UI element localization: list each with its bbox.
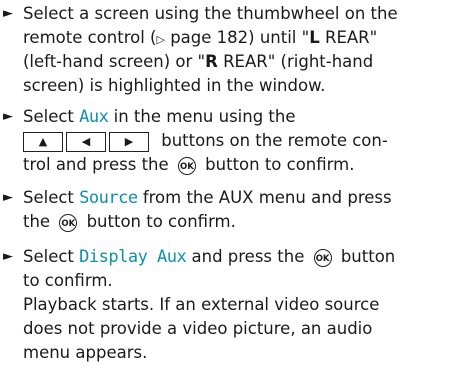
step-text: Select Source from the AUX menu and pres… [23, 186, 461, 234]
text-run: in the menu using the [108, 107, 296, 126]
step-text: Select Display Aux and press the OK butt… [23, 245, 461, 365]
step-arrow-icon: ► [3, 109, 13, 124]
right-button-icon: ▶ [109, 131, 149, 152]
step-text: Select Aux in the menu using the ▲ ◀ ▶ but… [23, 105, 461, 177]
text-line: the OK button to confirm. [23, 210, 461, 234]
text-run: Select [23, 188, 80, 207]
text-run: Select [23, 107, 80, 126]
left-marker: L [309, 28, 320, 47]
text-line: Select a screen using the thumbwheel on … [23, 4, 398, 23]
result-line: does not provide a video picture, an aud… [23, 319, 373, 338]
ok-button-icon: OK [313, 248, 332, 267]
text-line: Select Aux in the menu using the [23, 105, 461, 129]
remote-buttons: ▲ ◀ ▶ [23, 131, 152, 152]
text-line: remote control (▷ page 182) until "L REA… [23, 26, 461, 50]
ok-button-icon: OK [59, 213, 78, 232]
text-run: buttons on the remote con- [156, 131, 388, 150]
text-run: and press the [186, 247, 310, 266]
step-arrow-icon: ► [3, 249, 13, 264]
instruction-page: ► Select a screen using the thumbwheel o… [0, 0, 463, 379]
text-line: Select Display Aux and press the OK butt… [23, 245, 461, 269]
right-marker: R [205, 52, 218, 71]
step-arrow-icon: ► [3, 190, 13, 205]
ok-button-icon: OK [177, 156, 196, 175]
text-run: button to confirm. [81, 212, 236, 231]
result-line: Playback starts. If an external video so… [23, 295, 380, 314]
text-line: to confirm. [23, 271, 113, 290]
text-line: screen) is highlighted in the window. [23, 76, 326, 95]
left-button-icon: ◀ [66, 131, 106, 152]
up-button-icon: ▲ [23, 131, 63, 152]
menu-term-display-aux: Display Aux [79, 247, 187, 267]
text-run: REAR" (right-hand [217, 52, 374, 71]
text-run: button to confirm. [199, 155, 355, 174]
step-text: Select a screen using the thumbwheel on … [23, 2, 461, 98]
text-line: Select Source from the AUX menu and pres… [23, 186, 461, 210]
text-run: REAR" [319, 28, 378, 47]
step-arrow-icon: ► [3, 6, 13, 21]
menu-term-aux: Aux [79, 107, 109, 127]
text-run: Select [23, 247, 80, 266]
text-line: (left-hand screen) or "R REAR" (right-ha… [23, 50, 461, 74]
result-line: menu appears. [23, 343, 148, 362]
text-run: button [335, 247, 396, 266]
text-run: page 182) until " [164, 28, 310, 47]
menu-term-source: Source [79, 188, 138, 208]
text-run: trol and press the [23, 155, 174, 174]
page-ref-triangle-icon: ▷ [156, 33, 165, 46]
text-run: from the AUX menu and press [137, 188, 392, 207]
text-run: remote control ( [23, 28, 157, 47]
text-line: ▲ ◀ ▶ buttons on the remote con- [23, 129, 461, 153]
text-run: the [23, 212, 56, 231]
text-run: (left-hand screen) or " [23, 52, 206, 71]
text-line: trol and press the OK button to confirm. [23, 153, 461, 177]
